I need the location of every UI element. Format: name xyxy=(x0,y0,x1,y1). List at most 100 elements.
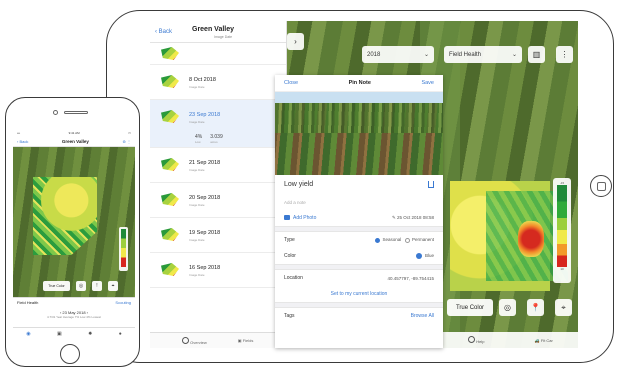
color-swatch-icon xyxy=(415,253,422,259)
back-button[interactable]: ‹ Back xyxy=(17,139,28,144)
list-item[interactable]: 16 Sep 2018 Image Date xyxy=(150,253,286,288)
field-health-overlay xyxy=(33,177,97,255)
item-meta: Image Date xyxy=(189,168,205,172)
timestamp: ✎ 25 Oct 2018 08:58 xyxy=(391,215,434,220)
image-date-sidebar: ‹ Back Green Valley Image Date 8 Oct 201… xyxy=(150,21,287,348)
split-view-button[interactable]: ▥ xyxy=(528,46,545,63)
iphone-satellite-map[interactable]: True Color ◎ ! ⌖ xyxy=(13,147,135,297)
gear-icon: ✹ xyxy=(88,330,93,337)
ipad-home-button xyxy=(590,175,612,197)
add-photo-button[interactable]: Add Photo xyxy=(284,215,316,221)
location-label: Location xyxy=(284,275,303,281)
overview-icon: ◉ xyxy=(26,330,31,337)
note-title-value: Low yield xyxy=(284,181,314,188)
drop-pin-button[interactable]: ! xyxy=(92,281,102,291)
field-thumbnail xyxy=(159,106,181,126)
field-photo xyxy=(275,92,443,175)
compass-button[interactable]: ◎ xyxy=(76,281,86,291)
health-legend xyxy=(119,227,128,271)
browse-all-button[interactable]: Browse All xyxy=(411,313,434,319)
set-current-location-button[interactable]: Set to my current location xyxy=(331,291,388,297)
color-row[interactable]: Color Blue xyxy=(275,248,443,264)
tab-fit-car[interactable]: 🚜 Fit Car xyxy=(535,338,553,343)
back-button[interactable]: ‹ Back xyxy=(155,29,172,35)
locate-button[interactable]: ⌖ xyxy=(555,299,572,316)
camera-icon xyxy=(284,215,290,221)
back-label: Back xyxy=(19,138,29,144)
tab-fields[interactable]: ▣ Fields xyxy=(238,338,254,343)
note-text-field[interactable]: Add a note xyxy=(275,194,443,210)
list-item[interactable]: 19 Sep 2018 Image Date xyxy=(150,218,286,253)
sidebar-header: ‹ Back Green Valley Image Date xyxy=(150,21,286,43)
tab-fields[interactable]: ▣ xyxy=(57,331,62,337)
pin-note-panel: Close Pin Note Save Low yield Add a note… xyxy=(275,75,443,348)
set-location-row: Set to my current location xyxy=(275,286,443,302)
stat-low-label: Low xyxy=(195,140,201,144)
layer-select[interactable]: Field Health ⌄ xyxy=(444,46,522,63)
panel-summary: 4.7/31 Year Average 7% Low 4% Lowest xyxy=(47,315,101,319)
item-date: 19 Sep 2018 xyxy=(189,230,221,236)
item-meta: Image Date xyxy=(189,203,205,207)
list-item[interactable]: 21 Sep 2018 Image Date xyxy=(150,148,286,183)
sidebar-subtitle: Image Date xyxy=(214,35,233,39)
more-menu-button[interactable]: ⋮ xyxy=(556,46,573,63)
layer-label: Field Health xyxy=(17,300,39,305)
share-icon[interactable] xyxy=(428,181,434,188)
chevron-down-icon: ⌄ xyxy=(423,52,429,58)
list-item[interactable] xyxy=(150,43,286,65)
list-item[interactable]: 8 Oct 2018 Image Date xyxy=(150,65,286,100)
layers-icon[interactable]: ⊚ ⋮ xyxy=(123,139,131,144)
true-color-label: True Color xyxy=(48,284,65,288)
tab-help[interactable]: Help xyxy=(468,336,484,344)
legend-gradient xyxy=(121,229,126,267)
type-seasonal-label: Seasonal xyxy=(382,237,402,243)
status-time: 9:41 AM xyxy=(68,130,80,135)
field-thumbnail xyxy=(159,154,181,174)
locate-icon: ⌖ xyxy=(561,302,566,312)
locate-icon: ⌖ xyxy=(111,283,115,289)
color-value: Blue xyxy=(424,253,434,259)
locate-button[interactable]: ⌖ xyxy=(108,281,118,291)
item-date: 16 Sep 2018 xyxy=(189,265,221,271)
compass-icon: ◎ xyxy=(504,303,511,312)
true-color-button[interactable]: True Color xyxy=(43,281,70,291)
item-date: 21 Sep 2018 xyxy=(189,160,221,166)
tags-row: Tags Browse All xyxy=(275,308,443,324)
field-health-overlay-red xyxy=(518,221,544,257)
type-label: Type xyxy=(284,237,295,243)
sidebar-footer-tabs: Overview ▣ Fields xyxy=(150,332,287,348)
year-select[interactable]: 2018 ⌄ xyxy=(362,46,434,63)
pin-icon: ! xyxy=(96,283,98,289)
note-title-field[interactable]: Low yield xyxy=(275,175,443,194)
timestamp-value: 25 Oct 2018 08:58 xyxy=(396,215,434,220)
pin-icon: 📍 xyxy=(530,303,541,312)
signal-icon: ••• xyxy=(17,130,21,135)
tab-overview[interactable]: Overview xyxy=(182,336,207,345)
compass-button[interactable]: ◎ xyxy=(499,299,516,316)
scouting-button[interactable]: Scouting xyxy=(115,300,131,305)
collapse-sidebar-button[interactable]: › xyxy=(287,33,304,50)
location-row: Location 40.457797, -89.754415 xyxy=(275,270,443,286)
drop-pin-button[interactable]: 📍 xyxy=(527,299,544,316)
save-button[interactable]: Save xyxy=(421,80,434,86)
fields-icon: ▣ xyxy=(237,338,242,343)
list-item[interactable]: 20 Sep 2018 Image Date xyxy=(150,183,286,218)
type-seasonal-radio[interactable]: Seasonal xyxy=(375,237,402,243)
item-date: 20 Sep 2018 xyxy=(189,195,221,201)
add-photo-label: Add Photo xyxy=(293,215,317,221)
battery-icon: ▭ xyxy=(128,130,131,135)
tab-overview[interactable]: ◉ xyxy=(26,331,30,337)
legend-gradient xyxy=(557,185,567,267)
stat-acres-label: acres xyxy=(210,140,218,144)
layer-select-value: Field Health xyxy=(449,51,482,58)
list-item-selected[interactable]: 23 Sep 2018 Image Date 4% Low 3.039 acres xyxy=(150,100,286,148)
type-permanent-radio[interactable]: Permanent xyxy=(404,237,434,243)
tab-settings[interactable]: ✹ xyxy=(88,331,92,337)
tab-help[interactable]: ● xyxy=(119,331,122,337)
field-thumbnail xyxy=(159,189,181,209)
close-button[interactable]: Close xyxy=(284,80,298,86)
tractor-icon: 🚜 xyxy=(534,337,540,343)
more-icon: ⋮ xyxy=(560,50,569,59)
true-color-button[interactable]: True Color xyxy=(447,299,493,316)
compass-icon: ◎ xyxy=(78,283,84,289)
